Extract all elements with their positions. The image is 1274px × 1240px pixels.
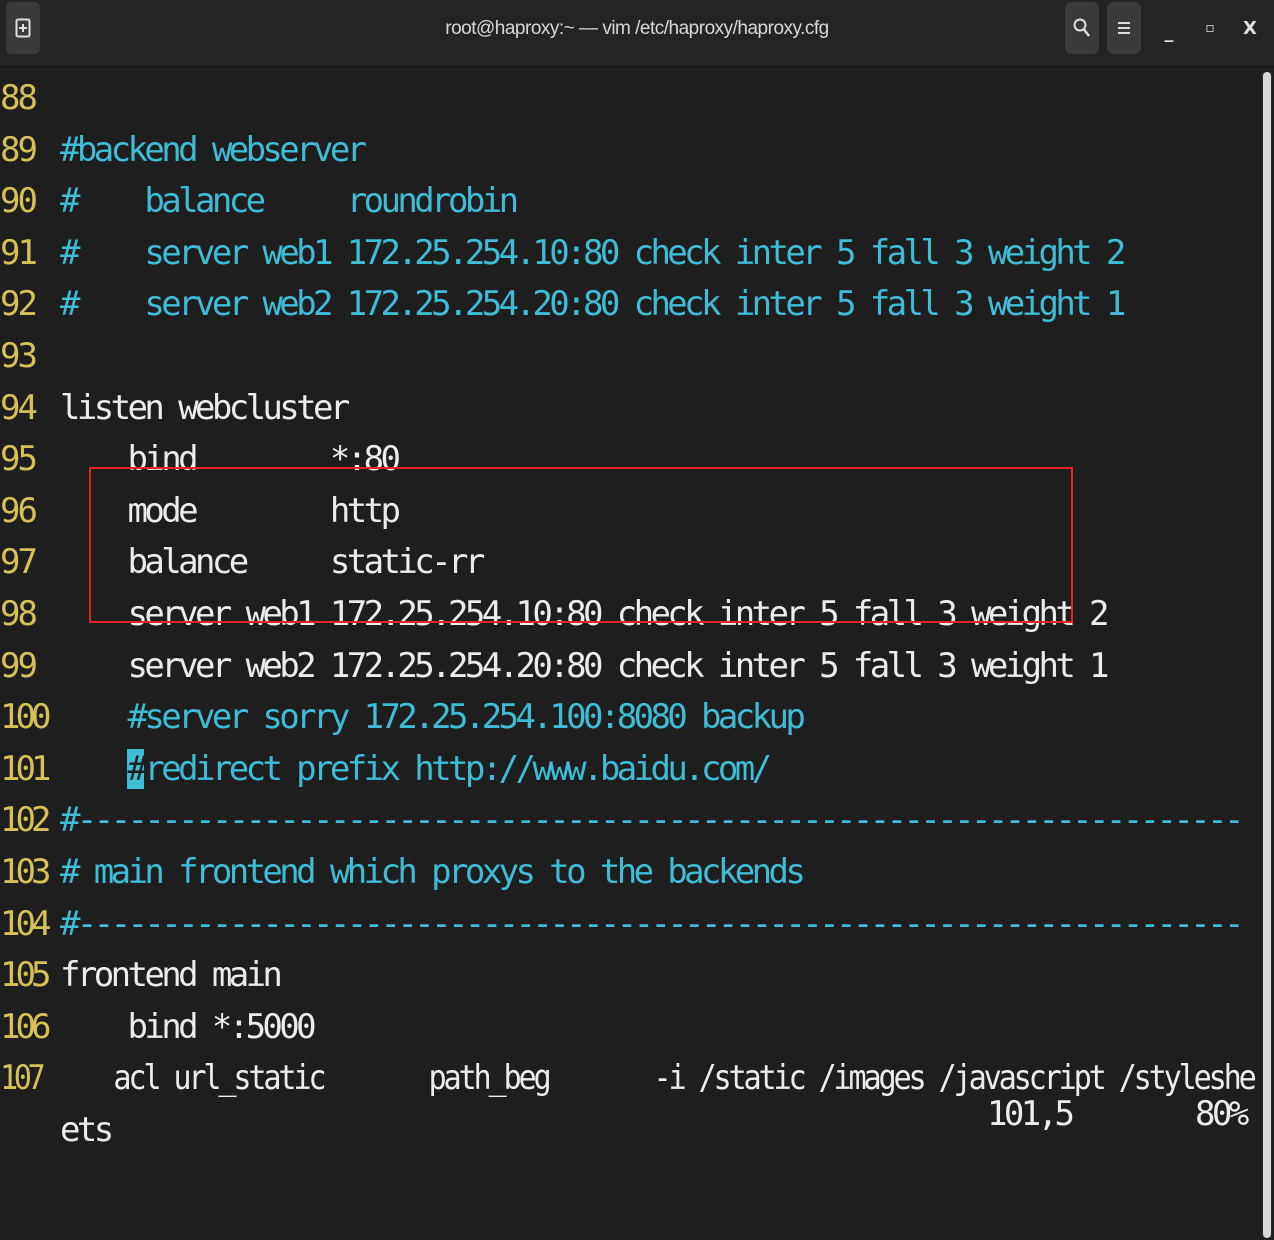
line-number: 93 (0, 336, 38, 376)
line-number: 105 (0, 955, 51, 996)
editor-line[interactable]: 89 #backend webserver (0, 124, 367, 176)
line-number: 96 (0, 490, 38, 531)
code-text: #server sorry 172.25.254.100:8080 backup (60, 697, 805, 738)
cursor-position: 101,5 (987, 1094, 1075, 1134)
line-number: 94 (0, 387, 38, 428)
line-number: 91 (0, 232, 38, 273)
code-text: acl url_static path_beg -i /static /imag… (53, 1058, 1256, 1099)
editor-line[interactable]: 88 (0, 72, 60, 124)
line-number: 97 (0, 542, 38, 583)
menu-button[interactable] (1107, 2, 1141, 54)
editor-line[interactable]: ets (0, 1104, 114, 1156)
line-number: 88 (0, 78, 38, 118)
editor-line[interactable]: 105 frontend main (0, 949, 283, 1001)
code-text: # main frontend which proxys to the back… (60, 852, 806, 892)
close-icon: X (1243, 17, 1257, 39)
editor-line[interactable]: 100 #server sorry 172.25.254.100:8080 ba… (0, 691, 806, 743)
code-text: # balance roundrobin (60, 181, 519, 222)
code-text: # server web2 172.25.254.20:80 check int… (60, 284, 1126, 325)
editor-line[interactable]: 102 #------------------------------------… (0, 794, 1244, 846)
code-text: #backend webserver (60, 129, 367, 170)
terminal-window: root@haproxy:~ — vim /etc/haproxy/haprox… (0, 0, 1274, 1240)
editor-line[interactable]: 90 # balance roundrobin (0, 175, 519, 227)
code-text: listen webcluster (60, 387, 350, 428)
editor-line[interactable]: 106 bind *:5000 (0, 1001, 317, 1053)
code-text: # server web1 172.25.254.10:80 check int… (60, 232, 1126, 273)
editor-line[interactable]: 92 # server web2 172.25.254.20:80 check i… (0, 278, 1126, 330)
line-number: 99 (0, 645, 38, 686)
code-text: redirect prefix http://www.baidu.com/ (144, 748, 772, 789)
line-number: 90 (0, 181, 38, 222)
minimize-button[interactable]: _ (1152, 6, 1186, 58)
scroll-percent: 80% (1195, 1094, 1249, 1134)
editor-line[interactable]: 91 # server web1 172.25.254.10:80 check i… (0, 227, 1126, 279)
line-number: 107 (0, 1058, 46, 1099)
line-number: 92 (0, 284, 38, 325)
editor-line[interactable]: 104 #------------------------------------… (0, 898, 1244, 950)
code-text: #---------------------------------------… (60, 903, 1244, 944)
line-number: 104 (0, 903, 51, 944)
title-bar: root@haproxy:~ — vim /etc/haproxy/haprox… (0, 0, 1274, 68)
line-number: 95 (0, 439, 38, 480)
line-number: 103 (0, 852, 51, 892)
search-icon (1073, 18, 1090, 37)
vim-editor[interactable]: 88 89 #backend webserver 90 # balance roundr… (0, 70, 1260, 1240)
line-number: 89 (0, 129, 38, 170)
editor-line[interactable]: 93 (0, 330, 60, 382)
code-text: server web2 172.25.254.20:80 check inter… (60, 645, 1109, 686)
line-number: 101 (0, 748, 51, 789)
hamburger-menu-icon (1118, 22, 1130, 34)
line-number: 98 (0, 594, 38, 634)
highlight-annotation-box (89, 467, 1073, 623)
scrollbar-thumb[interactable] (1263, 72, 1271, 1238)
line-number: 102 (0, 800, 51, 841)
editor-line[interactable]: 103 # main frontend which proxys to the b… (0, 846, 806, 898)
editor-line[interactable]: 99 server web2 172.25.254.20:80 check in… (0, 640, 1110, 692)
search-button[interactable] (1065, 2, 1099, 54)
line-number: 106 (0, 1006, 51, 1047)
code-text: frontend main (60, 955, 283, 996)
editor-line[interactable]: 94 listen webcluster (0, 382, 350, 434)
close-button[interactable]: X (1233, 2, 1267, 54)
maximize-icon: ▫ (1205, 20, 1215, 36)
code-text: bind *:5000 (60, 1006, 316, 1047)
minimize-icon: _ (1164, 21, 1174, 43)
line-number: 100 (0, 697, 51, 738)
editor-line[interactable]: 101 #redirect prefix http://www.baidu.co… (0, 743, 772, 795)
text-cursor: # (127, 748, 148, 789)
scrollbar[interactable] (1262, 72, 1272, 1238)
code-text: ets (60, 1110, 114, 1150)
maximize-button[interactable]: ▫ (1193, 2, 1227, 54)
code-text: #---------------------------------------… (60, 800, 1244, 841)
